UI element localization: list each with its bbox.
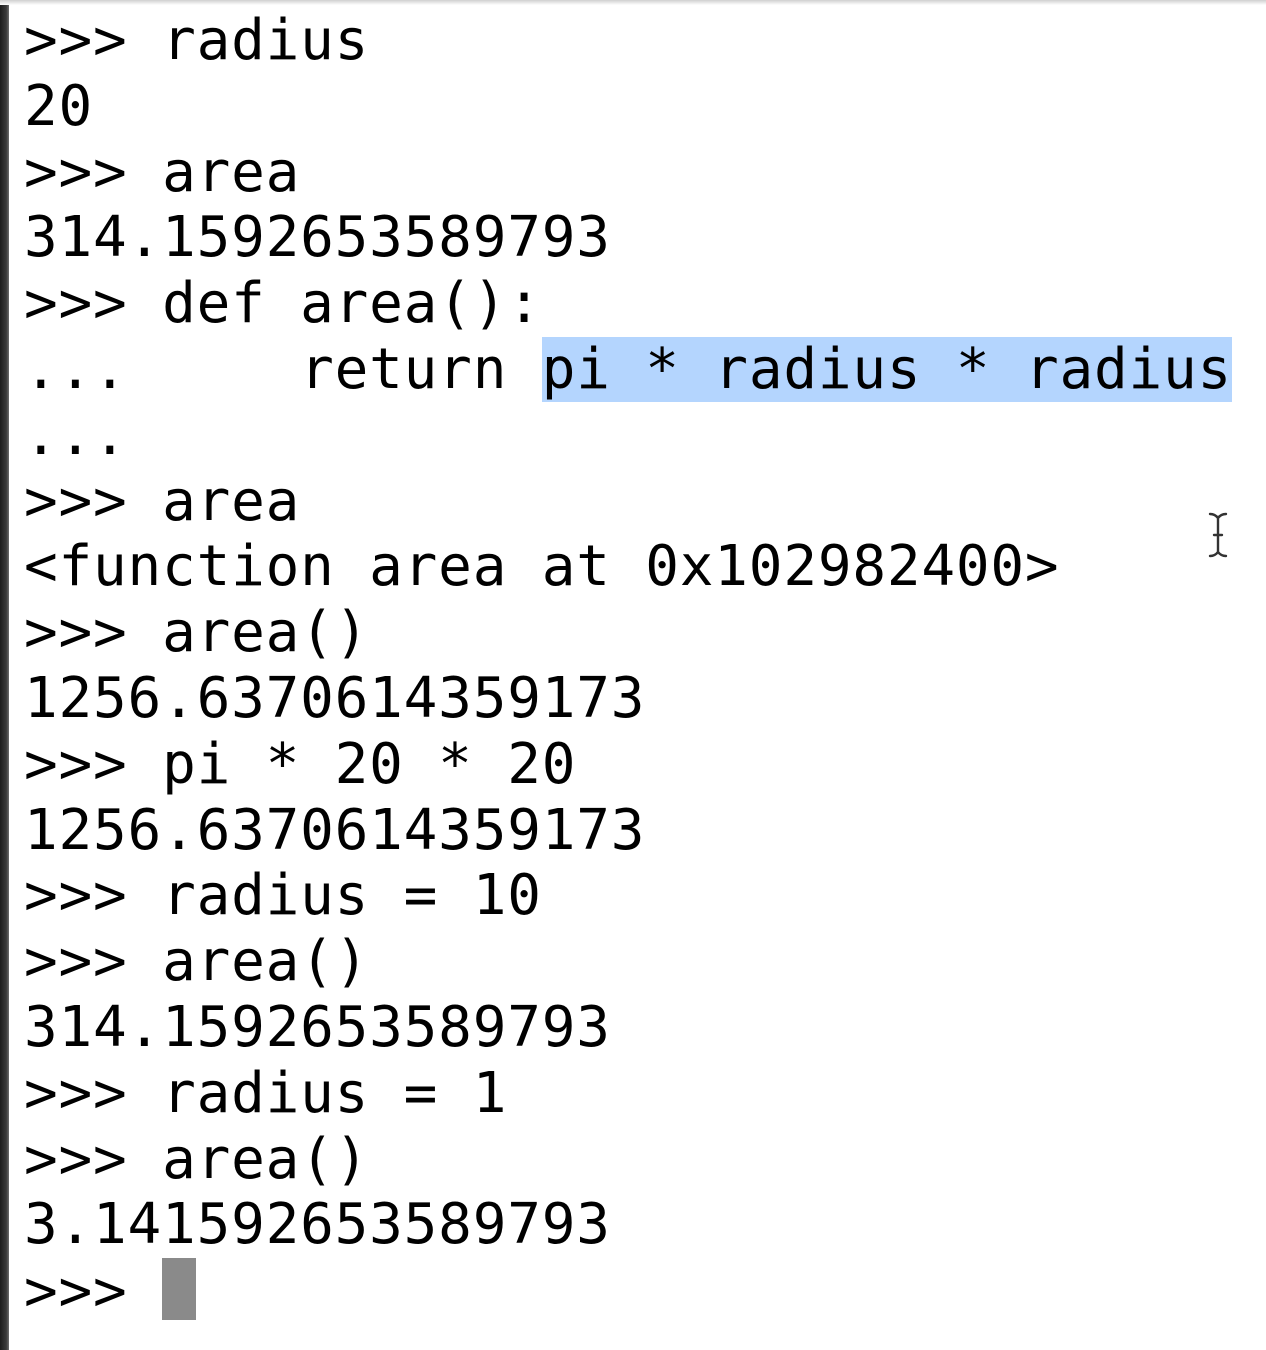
repl-line: >>> radius = 1 [24, 1061, 1254, 1127]
repl-line: >>> def area(): [24, 271, 1254, 337]
input-text: radius = 10 [162, 863, 542, 929]
repl-line: >>> radius [24, 8, 1254, 74]
window-top-edge [0, 0, 1266, 5]
prompt: >>> [24, 600, 128, 666]
prompt: >>> [24, 139, 128, 205]
repl-line: >>> area() [24, 929, 1254, 995]
input-text: area() [162, 1126, 370, 1192]
input-text: area [162, 468, 301, 534]
repl-line: <function area at 0x102982400> [24, 534, 1254, 600]
input-text: def area(): [162, 271, 542, 337]
output-text: <function area at 0x102982400> [24, 534, 1060, 600]
repl-line: ... return pi * radius * radius [24, 336, 1254, 403]
repl-line: 314.1592653589793 [24, 205, 1254, 271]
continuation-prompt: ... [24, 336, 128, 402]
input-text: radius [162, 8, 370, 73]
repl-line: 314.1592653589793 [24, 995, 1254, 1061]
input-text: area() [162, 929, 370, 995]
output-text: 1256.6370614359173 [24, 797, 646, 863]
prompt: >>> [24, 8, 128, 73]
output-text: 314.1592653589793 [24, 994, 611, 1060]
prompt: >>> [24, 1259, 128, 1325]
prompt: >>> [24, 1126, 128, 1192]
window-left-edge [0, 0, 9, 1350]
prompt: >>> [24, 929, 128, 995]
prompt: >>> [24, 731, 128, 797]
repl-line: 20 [24, 74, 1254, 140]
ibeam-cursor-icon [1208, 512, 1228, 558]
input-text: radius = 1 [162, 1060, 508, 1126]
prompt: >>> [24, 1060, 128, 1126]
output-text: 1256.6370614359173 [24, 665, 646, 731]
repl-line: 3.141592653589793 [24, 1192, 1254, 1258]
repl-line: >>> pi * 20 * 20 [24, 732, 1254, 798]
output-text: 20 [24, 73, 94, 139]
repl-line: >>> area [24, 140, 1254, 206]
input-text: area [162, 139, 301, 205]
input-text: area() [162, 600, 370, 666]
prompt: >>> [24, 271, 128, 337]
continuation-prompt: ... [24, 402, 128, 468]
selected-text[interactable]: pi * radius * radius [541, 336, 1233, 402]
repl-line: >>> radius = 10 [24, 863, 1254, 929]
input-text: pi * 20 * 20 [162, 731, 577, 797]
output-text: 314.1592653589793 [24, 205, 611, 271]
input-text: return [162, 336, 542, 402]
repl-input-line[interactable]: >>> [24, 1258, 1254, 1324]
repl-line: >>> area() [24, 1127, 1254, 1193]
block-cursor [162, 1258, 197, 1321]
repl-line: 1256.6370614359173 [24, 798, 1254, 864]
repl-line: ... [24, 403, 1254, 469]
repl-line: >>> area [24, 469, 1254, 535]
repl-line: 1256.6370614359173 [24, 666, 1254, 732]
terminal-window: >>> radius 20 >>> area 314.1592653589793… [0, 0, 1266, 1350]
python-repl-output[interactable]: >>> radius 20 >>> area 314.1592653589793… [24, 8, 1254, 1343]
repl-line: >>> area() [24, 600, 1254, 666]
output-text: 3.141592653589793 [24, 1192, 611, 1258]
prompt: >>> [24, 863, 128, 929]
prompt: >>> [24, 468, 128, 534]
